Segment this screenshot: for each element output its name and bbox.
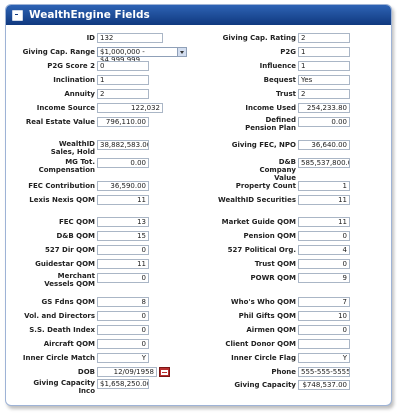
label-wealthid-sales-hold: WealthID Sales, Hold [50, 140, 95, 156]
powr-qom-field[interactable]: 9 [298, 273, 350, 283]
label-defined-pension-plan: Defined Pension Plan [245, 116, 296, 132]
p2g-score-2-field[interactable]: 0 [97, 61, 149, 71]
label-inclination: Inclination [53, 76, 95, 84]
label-income-used: Income Used [245, 104, 296, 112]
label-db-company-value: D&B Company Value [259, 158, 296, 182]
label-bequest: Bequest [263, 76, 296, 84]
label-phil-gifts-qom: Phil Gifts QOM [238, 312, 296, 320]
phone-field[interactable]: 555-555-5555 [298, 367, 350, 377]
label-fec-qom: FEC QOM [58, 218, 95, 226]
ss-death-index-field[interactable]: 0 [97, 325, 149, 335]
label-wealthid-securities: WealthID Securities [218, 196, 296, 204]
guidestar-qom-field[interactable]: 11 [97, 259, 149, 269]
label-ss-death-index: S.S. Death Index [29, 326, 95, 334]
market-guide-qom-field[interactable]: 11 [298, 217, 350, 227]
phil-gifts-qom-field[interactable]: 10 [298, 311, 350, 321]
label-p2g: P2G [280, 48, 296, 56]
aircraft-qom-field[interactable]: 0 [97, 339, 149, 349]
window-icon [12, 9, 23, 21]
label-gs-fdns-qom: GS Fdns QOM [41, 298, 95, 306]
db-company-value-field[interactable]: 585,537,800.00 [298, 158, 350, 168]
airmen-qom-field[interactable]: 0 [298, 325, 350, 335]
income-source-field[interactable]: 122,032 [97, 103, 163, 113]
label-merchant-vessels-qom: Merchant Vessels QOM [44, 272, 95, 288]
label-trust-qom: Trust QOM [254, 260, 296, 268]
label-trust: Trust [276, 90, 296, 98]
property-count-field[interactable]: 1 [298, 181, 350, 191]
wealthid-sales-hold-field[interactable]: 38,882,583.00 [97, 140, 149, 150]
lexis-nexis-qom-field[interactable]: 11 [97, 195, 149, 205]
trust-qom-field[interactable]: 0 [298, 259, 350, 269]
vol-and-directors-field[interactable]: 0 [97, 311, 149, 321]
defined-pension-plan-field[interactable]: 0.00 [298, 117, 350, 127]
mg-tot-compensation-field[interactable]: 0.00 [97, 158, 149, 168]
label-giving-cap-range: Giving Cap. Range [22, 48, 95, 56]
label-dob: DOB [77, 368, 95, 376]
bequest-field[interactable]: Yes [298, 75, 350, 85]
label-income-source: Income Source [36, 104, 95, 112]
dob-field[interactable]: 12/09/1958 [97, 367, 157, 377]
label-giving-capacity: Giving Capacity [234, 381, 296, 389]
giving-capacity-inco-field[interactable]: $1,658,250.00 [97, 379, 149, 389]
label-real-estate-value: Real Estate Value [25, 118, 95, 126]
calendar-icon[interactable] [159, 367, 170, 377]
trust-field[interactable]: 2 [298, 89, 350, 99]
p2g-field[interactable]: 1 [298, 47, 350, 57]
label-p2g-score-2: P2G Score 2 [47, 62, 95, 70]
chevron-down-icon[interactable] [177, 48, 186, 56]
merchant-vessels-qom-field[interactable]: 0 [97, 273, 149, 283]
label-mg-tot-compensation: MG Tot. Compensation [38, 158, 95, 174]
label-influence: Influence [259, 62, 296, 70]
giving-cap-range-select[interactable]: $1,000,000 - $4,999,999 [97, 47, 187, 64]
pension-qom-field[interactable]: 0 [298, 231, 350, 241]
inner-circle-match-field[interactable]: Y [97, 353, 149, 363]
label-db-qom: D&B QOM [56, 232, 95, 240]
label-pension-qom: Pension QOM [243, 232, 296, 240]
fec-contribution-field[interactable]: 36,590.00 [97, 181, 149, 191]
wealthid-securities-field[interactable]: 11 [298, 195, 350, 205]
giving-fec-npo-field[interactable]: 36,640.00 [298, 140, 350, 150]
label-market-guide-qom: Market Guide QOM [221, 218, 296, 226]
db-qom-field[interactable]: 15 [97, 231, 149, 241]
label-vol-and-directors: Vol. and Directors [24, 312, 95, 320]
label-giving-capacity-inco: Giving Capacity Inco [33, 379, 95, 395]
label-annuity: Annuity [64, 90, 95, 98]
527-dir-qom-field[interactable]: 0 [97, 245, 149, 255]
real-estate-value-field[interactable]: 796,110.00 [97, 117, 149, 127]
label-airmen-qom: Airmen QOM [246, 326, 296, 334]
label-guidestar-qom: Guidestar QOM [35, 260, 95, 268]
whos-who-qom-field[interactable]: 7 [298, 297, 350, 307]
label-phone: Phone [271, 368, 296, 376]
id-field[interactable]: 132 [97, 33, 163, 43]
client-donor-qom-field[interactable] [298, 339, 350, 349]
wealthengine-panel: WealthEngine Fields ID 132 Giving Cap. R… [5, 4, 392, 406]
label-property-count: Property Count [235, 182, 296, 190]
label-lexis-nexis-qom: Lexis Nexis QOM [29, 196, 95, 204]
label-giving-cap-rating: Giving Cap. Rating [222, 34, 296, 42]
label-giving-fec-npo: Giving FEC, NPO [231, 141, 296, 149]
label-inner-circle-flag: Inner Circle Flag [231, 354, 296, 362]
label-527-dir-qom: 527 Dir QOM [44, 246, 95, 254]
giving-cap-rating-field[interactable]: 2 [298, 33, 350, 43]
inner-circle-flag-field[interactable]: Y [298, 353, 350, 363]
panel-title: WealthEngine Fields [29, 9, 150, 21]
inclination-field[interactable]: 1 [97, 75, 149, 85]
527-political-org-field[interactable]: 4 [298, 245, 350, 255]
income-used-field[interactable]: 254,233.80 [298, 103, 350, 113]
gs-fdns-qom-field[interactable]: 8 [97, 297, 149, 307]
label-aircraft-qom: Aircraft QOM [43, 340, 95, 348]
panel-titlebar: WealthEngine Fields [6, 5, 391, 25]
label-whos-who-qom: Who's Who QOM [230, 298, 296, 306]
label-527-political-org: 527 Political Org. [227, 246, 296, 254]
label-id: ID [86, 34, 95, 42]
influence-field[interactable]: 1 [298, 61, 350, 71]
annuity-field[interactable]: 2 [97, 89, 149, 99]
giving-capacity-field[interactable]: $748,537.00 [298, 380, 350, 390]
label-inner-circle-match: Inner Circle Match [22, 354, 95, 362]
label-fec-contribution: FEC Contribution [28, 182, 95, 190]
label-client-donor-qom: Client Donor QOM [225, 340, 296, 348]
fec-qom-field[interactable]: 13 [97, 217, 149, 227]
label-powr-qom: POWR QOM [250, 274, 297, 282]
